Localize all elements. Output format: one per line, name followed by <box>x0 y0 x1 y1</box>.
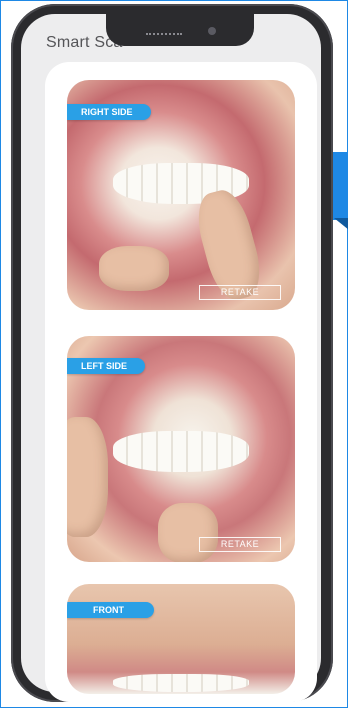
scan-label-right-side: RIGHT SIDE <box>67 104 151 120</box>
finger-photo <box>98 245 169 291</box>
scan-card-right-side[interactable]: RIGHT SIDE RETAKE <box>67 80 295 310</box>
teeth-photo <box>112 674 250 692</box>
finger-photo <box>158 503 219 562</box>
speaker-grille <box>146 30 182 35</box>
finger-photo <box>67 417 109 538</box>
phone-notch <box>106 10 254 46</box>
front-camera-icon <box>208 27 216 35</box>
scan-label-front: FRONT <box>67 602 154 618</box>
teeth-photo <box>112 430 250 472</box>
side-tab-fold <box>334 218 348 230</box>
scan-card-left-side[interactable]: LEFT SIDE RETAKE <box>67 336 295 562</box>
scan-card-front[interactable]: FRONT <box>67 584 295 694</box>
retake-button-right-side[interactable]: RETAKE <box>199 285 281 300</box>
scan-label-left-side: LEFT SIDE <box>67 358 146 374</box>
retake-button-left-side[interactable]: RETAKE <box>199 537 281 552</box>
